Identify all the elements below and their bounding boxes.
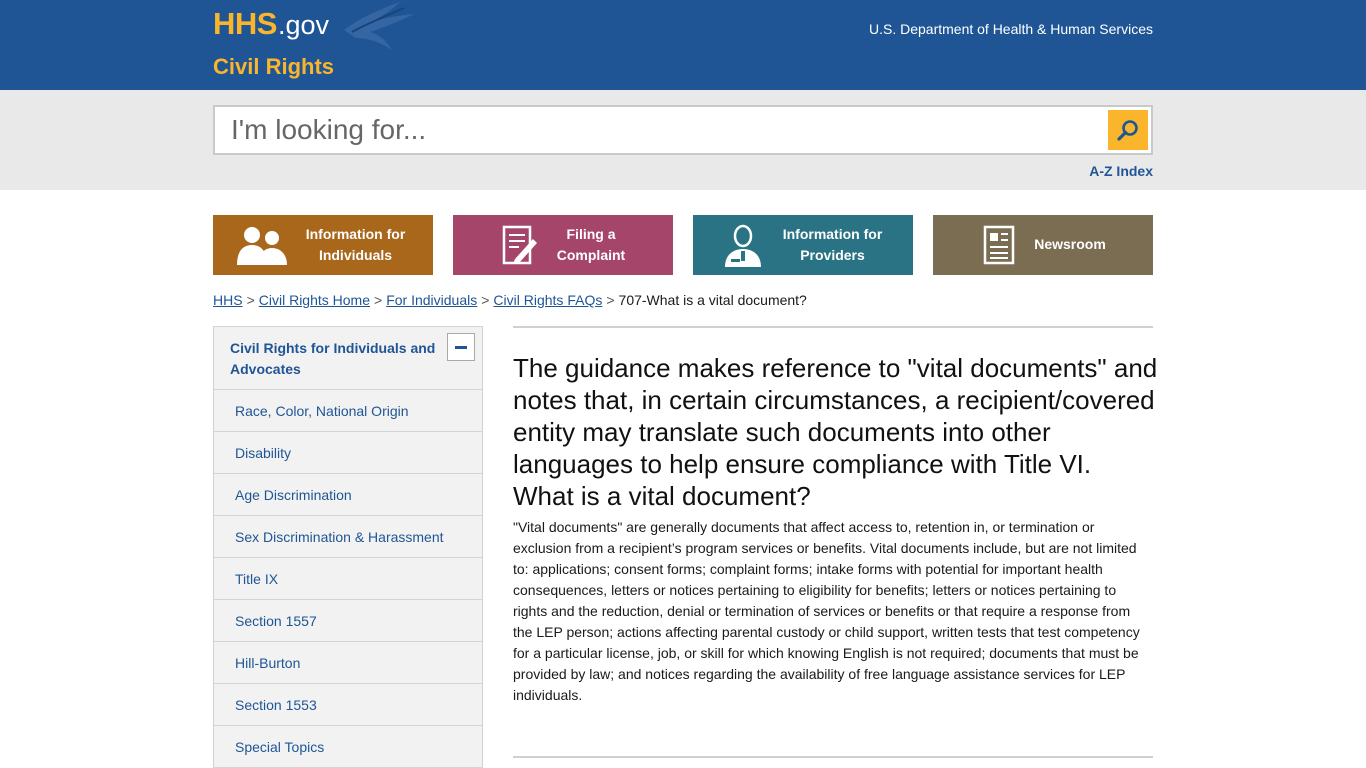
tile-label: Newsroom <box>1034 236 1106 252</box>
search-button[interactable] <box>1108 110 1148 150</box>
faq-question-heading: The guidance makes reference to "vital d… <box>513 353 1158 511</box>
logo-gov-text: .gov <box>277 10 329 40</box>
tile-label: Information for Providers <box>782 226 883 263</box>
breadcrumb-link-civil-rights-home[interactable]: Civil Rights Home <box>259 292 370 308</box>
content-divider-top <box>513 326 1153 328</box>
newspaper-icon <box>983 225 1015 265</box>
eagle-icon <box>344 2 414 50</box>
sidebar-item-age-discrimination[interactable]: Age Discrimination <box>214 474 482 516</box>
sidebar-item-section-1553[interactable]: Section 1553 <box>214 684 482 726</box>
faq-answer-text: "Vital documents" are generally document… <box>513 519 1140 703</box>
logo-hhs-text: HHS <box>213 6 277 41</box>
sidebar-heading: Civil Rights for Individuals and Advocat… <box>214 327 482 390</box>
sidebar-item-title-ix[interactable]: Title IX <box>214 558 482 600</box>
document-pen-icon <box>501 225 539 265</box>
search-box <box>213 105 1153 155</box>
sidebar-item-section-1557[interactable]: Section 1557 <box>214 600 482 642</box>
breadcrumb-current: 707-What is a vital document? <box>618 292 807 308</box>
search-icon <box>1117 120 1138 141</box>
content-divider-bottom <box>513 756 1153 758</box>
az-index-link[interactable]: A-Z Index <box>1089 163 1153 179</box>
minus-icon <box>455 345 467 349</box>
tile-newsroom[interactable]: Newsroom <box>933 215 1153 275</box>
breadcrumb-link-for-individuals[interactable]: For Individuals <box>386 292 477 308</box>
sidebar-item-hill-burton[interactable]: Hill-Burton <box>214 642 482 684</box>
site-name[interactable]: Civil Rights <box>213 54 334 80</box>
sidebar-heading-link[interactable]: Civil Rights for Individuals and Advocat… <box>230 338 450 380</box>
tile-information-for-providers[interactable]: Information for Providers <box>693 215 913 275</box>
sidebar-item-disability[interactable]: Disability <box>214 432 482 474</box>
sidebar-nav: Civil Rights for Individuals and Advocat… <box>213 326 483 768</box>
provider-icon <box>721 223 765 267</box>
site-header: HHS .gov Civil Rights U.S. Department of… <box>0 0 1366 90</box>
breadcrumb-link-civil-rights-faqs[interactable]: Civil Rights FAQs <box>493 292 602 308</box>
search-band: A-Z Index <box>0 90 1366 190</box>
breadcrumb: HHS > Civil Rights Home > For Individuals > Ci… <box>213 292 807 308</box>
department-name[interactable]: U.S. Department of Health & Human Servic… <box>869 21 1153 37</box>
tile-label: Filing a Complaint <box>556 226 626 263</box>
sidebar-item-special-topics[interactable]: Special Topics <box>214 726 482 768</box>
tile-label: Information for Individuals <box>305 226 406 263</box>
sidebar-item-sex-discrimination[interactable]: Sex Discrimination & Harassment <box>214 516 482 558</box>
search-input[interactable] <box>215 107 1095 153</box>
tile-filing-a-complaint[interactable]: Filing a Complaint <box>453 215 673 275</box>
people-icon <box>235 225 289 265</box>
collapse-toggle-button[interactable] <box>447 333 475 361</box>
hhs-logo[interactable]: HHS .gov <box>213 6 329 42</box>
tile-information-for-individuals[interactable]: Information for Individuals <box>213 215 433 275</box>
sidebar-item-race-color-national-origin[interactable]: Race, Color, National Origin <box>214 390 482 432</box>
breadcrumb-link-hhs[interactable]: HHS <box>213 292 243 308</box>
